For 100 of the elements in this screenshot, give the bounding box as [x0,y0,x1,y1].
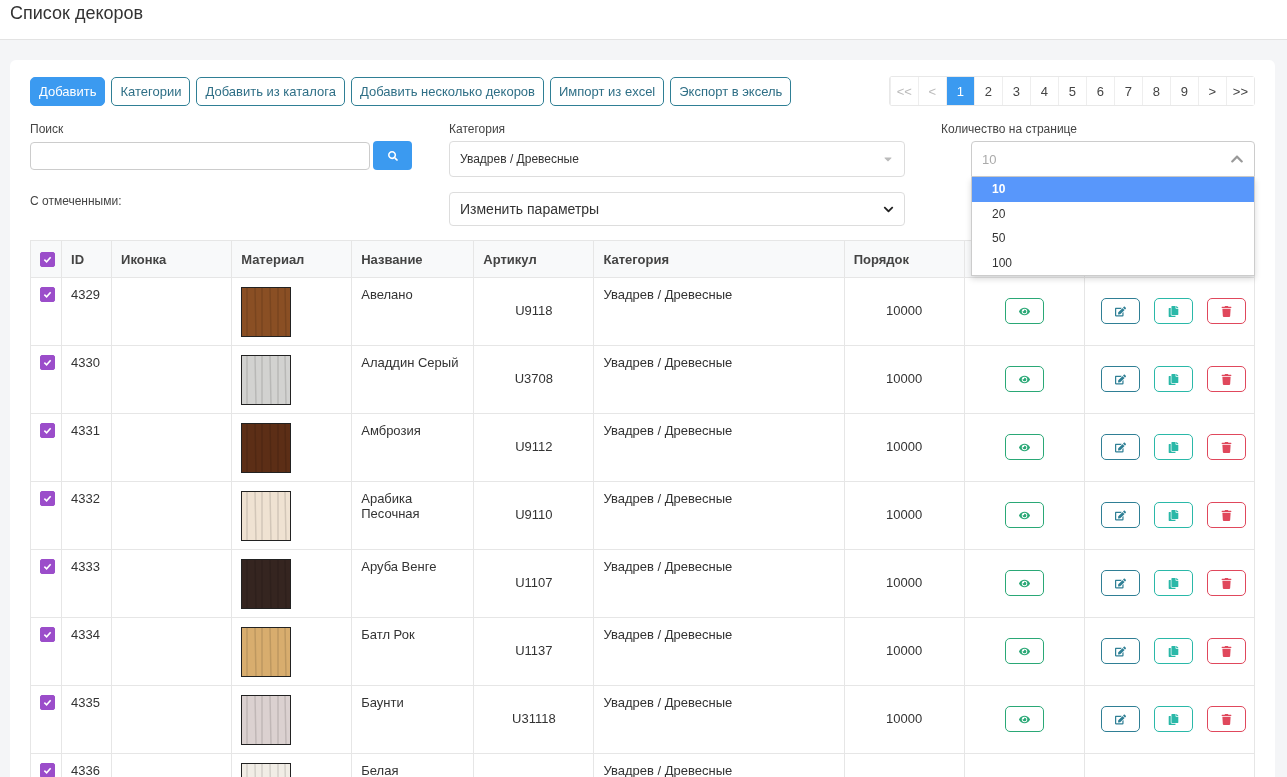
table-cell: U9112 [515,439,553,454]
edit-icon [1114,713,1126,725]
column-header: Артикул [473,240,594,278]
table-cell: U3708 [514,371,554,386]
copy-button[interactable] [1153,638,1193,664]
table-cell: Увадрев / Древесные [603,559,733,574]
table-cell: Белая [361,763,399,777]
view-button[interactable] [1004,366,1044,392]
edit-button[interactable] [1100,502,1140,528]
table-cell: 4336 [71,763,100,777]
row-checkbox[interactable] [40,763,55,777]
edit-button[interactable] [1100,570,1140,596]
table-cell: Амброзия [361,423,421,438]
table-cell: Авелано [361,287,413,302]
table-cell: 4331 [71,423,100,438]
delete-button[interactable] [1206,502,1246,528]
table-cell: Увадрев / Древесные [603,491,733,506]
edit-button[interactable] [1100,298,1140,324]
search-field[interactable] [30,141,370,170]
row-checkbox[interactable] [40,695,55,710]
dropdown-option[interactable]: 100 [972,250,1254,275]
table-cell: 10000 [886,439,923,454]
checkmark-icon [43,630,52,639]
table-cell: 4335 [71,695,100,710]
table-cell: Увадрев / Древесные [603,763,733,777]
bulk-action-select[interactable]: Изменить параметры [449,192,905,226]
copy-button[interactable] [1153,570,1193,596]
edit-icon [1114,373,1126,385]
toolbar-button[interactable]: Добавить из каталога [196,76,345,106]
row-checkbox[interactable] [40,287,55,302]
column-header: Категория [593,240,845,278]
table-cell: 4333 [71,559,100,574]
edit-icon [1114,509,1126,521]
page-link[interactable]: >> [1225,77,1254,105]
table-cell: 4329 [71,287,100,302]
table-cell: Аладдин Серый [361,355,459,370]
edit-button[interactable] [1100,366,1140,392]
row-checkbox[interactable] [40,423,55,438]
copy-button[interactable] [1153,298,1193,324]
row-checkbox[interactable] [40,355,55,370]
toolbar-button[interactable]: Экспорт в эксель [670,76,792,106]
eye-icon [1018,373,1030,385]
table-cell: Батл Рок [361,627,415,642]
table-cell: 10000 [886,711,923,726]
field-label: Количество на странице [941,122,1078,136]
table-cell: 10000 [886,575,923,590]
view-button[interactable] [1004,434,1044,460]
copy-icon [1167,441,1179,453]
checkmark-icon [43,426,52,435]
edit-button[interactable] [1100,434,1140,460]
view-button[interactable] [1004,638,1044,664]
delete-button[interactable] [1206,706,1246,732]
view-button[interactable] [1004,298,1044,324]
trash-icon [1220,577,1232,589]
view-button[interactable] [1004,502,1044,528]
trash-icon [1220,305,1232,317]
column-header: Название [351,240,474,278]
checkmark-icon [43,254,52,264]
copy-icon [1167,373,1179,385]
column-header: Материал [231,240,352,278]
delete-button[interactable] [1206,434,1246,460]
dropdown-option[interactable]: 20 [972,201,1254,226]
table-cell: 10000 [886,371,923,386]
checkmark-icon [43,562,52,571]
copy-icon [1167,645,1179,657]
edit-button[interactable] [1100,638,1140,664]
table-cell: 10000 [886,303,923,318]
delete-button[interactable] [1206,638,1246,664]
table-cell: Увадрев / Древесные [603,287,733,302]
row-checkbox[interactable] [40,491,55,506]
delete-button[interactable] [1206,570,1246,596]
dropdown-option[interactable]: 50 [972,226,1254,251]
view-button[interactable] [1004,570,1044,596]
copy-button[interactable] [1153,366,1193,392]
search-button[interactable] [373,141,412,170]
toolbar-button[interactable]: Категории [111,76,191,106]
copy-button[interactable] [1153,434,1193,460]
edit-button[interactable] [1100,706,1140,732]
delete-button[interactable] [1206,298,1246,324]
row-checkbox[interactable] [40,627,55,642]
toolbar-button[interactable]: Импорт из excel [550,76,665,106]
table-cell: Увадрев / Древесные [603,355,733,370]
table-cell: U9118 [515,303,553,318]
toolbar-button[interactable]: Добавить несколько декоров [350,76,544,106]
category-select[interactable]: Увадрев / Древесные [449,141,905,177]
eye-icon [1018,509,1030,521]
table-cell: Баунти [361,695,404,710]
table-cell: 4330 [71,355,100,370]
view-button[interactable] [1004,706,1044,732]
checkmark-icon [43,358,52,367]
copy-icon [1167,577,1179,589]
trash-icon [1220,645,1232,657]
checkmark-icon [43,766,52,775]
delete-button[interactable] [1206,366,1246,392]
copy-button[interactable] [1153,706,1193,732]
copy-button[interactable] [1153,502,1193,528]
edit-icon [1114,305,1126,317]
row-checkbox[interactable] [40,559,55,574]
table-cell: 10000 [886,507,923,522]
select-all-checkbox[interactable] [40,251,55,267]
